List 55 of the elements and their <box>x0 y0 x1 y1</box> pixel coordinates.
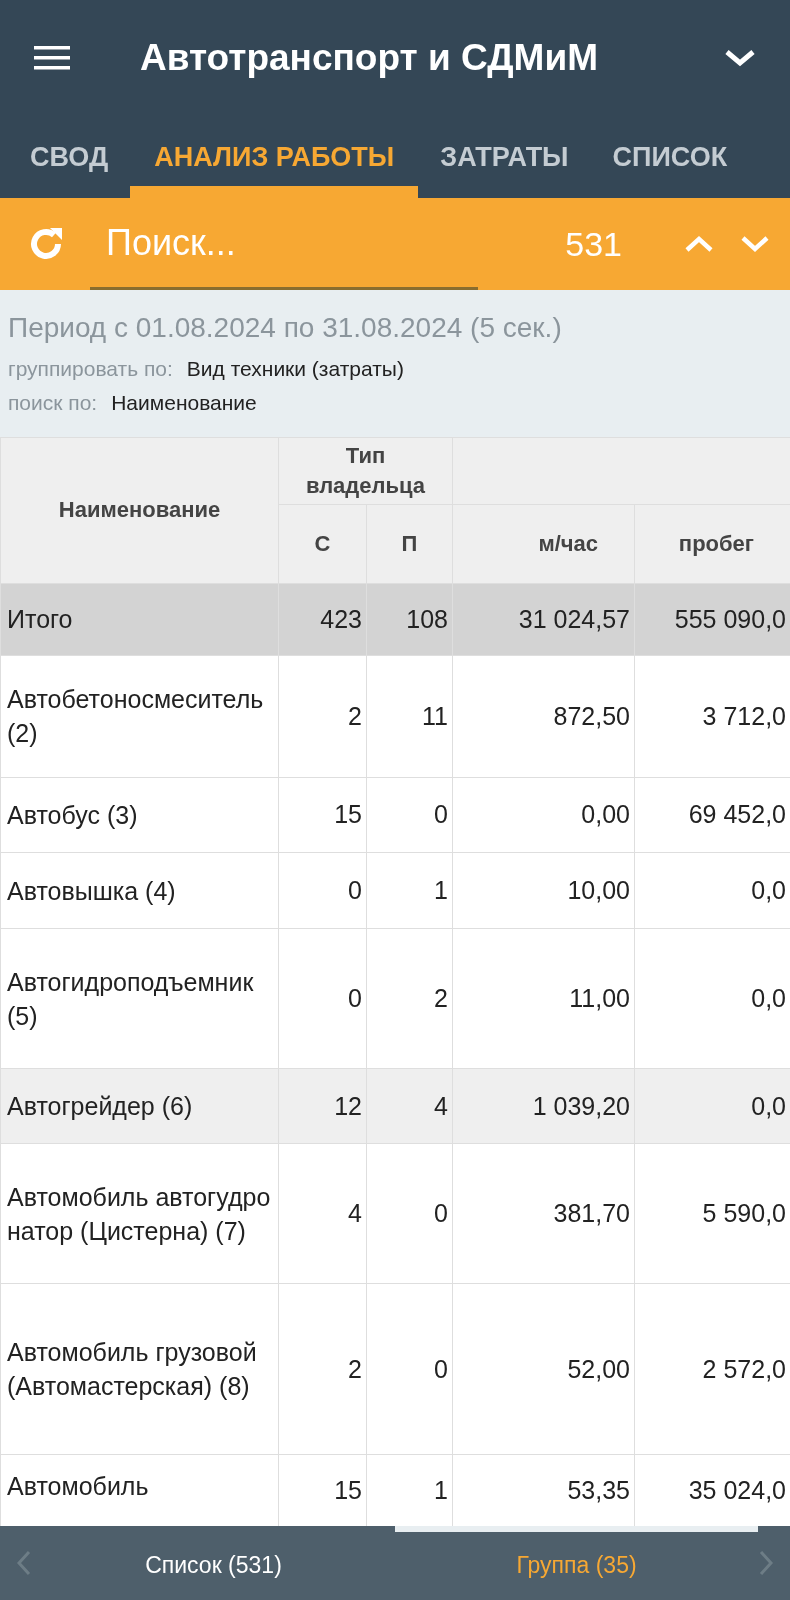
column-header: пробег <box>634 504 790 584</box>
column-group-header: Тип владельца <box>278 437 453 505</box>
group-value[interactable]: Вид техники (затраты) <box>186 357 404 380</box>
table-cell: Автобетоносмеситель (2) <box>0 655 279 778</box>
table-cell: 0 <box>366 1143 453 1284</box>
chevron-up-icon[interactable] <box>684 234 714 254</box>
result-count: 531 <box>565 224 622 264</box>
tab[interactable]: СПИСОК <box>590 116 750 198</box>
table-cell: 11 <box>366 655 453 778</box>
column-header: С <box>278 504 367 584</box>
table-cell: 15 <box>278 777 367 853</box>
chevron-left-icon[interactable] <box>16 1548 32 1577</box>
bottom-nav-item[interactable]: Список (531) <box>32 1525 395 1600</box>
search-by-label: поиск по: <box>8 391 98 414</box>
table-cell: 31 024,57 <box>452 583 635 656</box>
tab[interactable]: ЗАТРАТЫ <box>418 116 591 198</box>
table-cell: 4 <box>278 1143 367 1284</box>
table-cell: Итого <box>0 583 279 656</box>
table-cell: 108 <box>366 583 453 656</box>
table-cell: 0 <box>366 1283 453 1455</box>
app-title: Автотранспорт и СДМиМ <box>140 37 599 80</box>
period-text: Период с 01.08.2024 по 31.08.2024 (5 сек.) <box>8 312 563 344</box>
bottom-nav-item[interactable]: Группа (35) <box>395 1525 758 1600</box>
table-cell: 1 039,20 <box>452 1068 635 1144</box>
table-cell: 0 <box>278 852 367 929</box>
table-cell: 381,70 <box>452 1143 635 1284</box>
table-cell: 1 <box>366 852 453 929</box>
table-cell: 872,50 <box>452 655 635 778</box>
table-cell: Автогидроподъемник (5) <box>0 928 279 1069</box>
table-cell: 10,00 <box>452 852 635 929</box>
search-by-value[interactable]: Наименование <box>111 391 257 414</box>
table-cell: Автогрейдер (6) <box>0 1068 279 1144</box>
table-cell: Автовышка (4) <box>0 852 279 929</box>
chevron-down-icon[interactable] <box>724 48 756 69</box>
table-cell: Автомобиль грузовой (Автомастерская) (8) <box>0 1283 279 1455</box>
tab[interactable]: СВОД <box>8 116 131 198</box>
table-cell: 11,00 <box>452 928 635 1069</box>
table-cell: 2 <box>278 655 367 778</box>
column-header: м/час <box>452 504 635 584</box>
table-cell: 423 <box>278 583 367 656</box>
table-cell: 0 <box>278 928 367 1069</box>
column-header: Наименование <box>0 437 279 584</box>
table-cell: 2 <box>366 928 453 1069</box>
group-label: группировать по: <box>8 357 173 380</box>
table-cell: 12 <box>278 1068 367 1144</box>
table-cell: Автомобиль автогудронатор (Цистерна) (7) <box>0 1143 279 1284</box>
table-cell: 0 <box>366 777 453 853</box>
column-header: П <box>366 504 453 584</box>
table-cell: 0,00 <box>452 777 635 853</box>
menu-icon[interactable] <box>34 44 70 73</box>
table-cell: 52,00 <box>452 1283 635 1455</box>
table-cell: 2 <box>278 1283 367 1455</box>
table-cell: 4 <box>366 1068 453 1144</box>
table-cell: Автобус (3) <box>0 777 279 853</box>
chevron-right-icon[interactable] <box>758 1548 774 1577</box>
